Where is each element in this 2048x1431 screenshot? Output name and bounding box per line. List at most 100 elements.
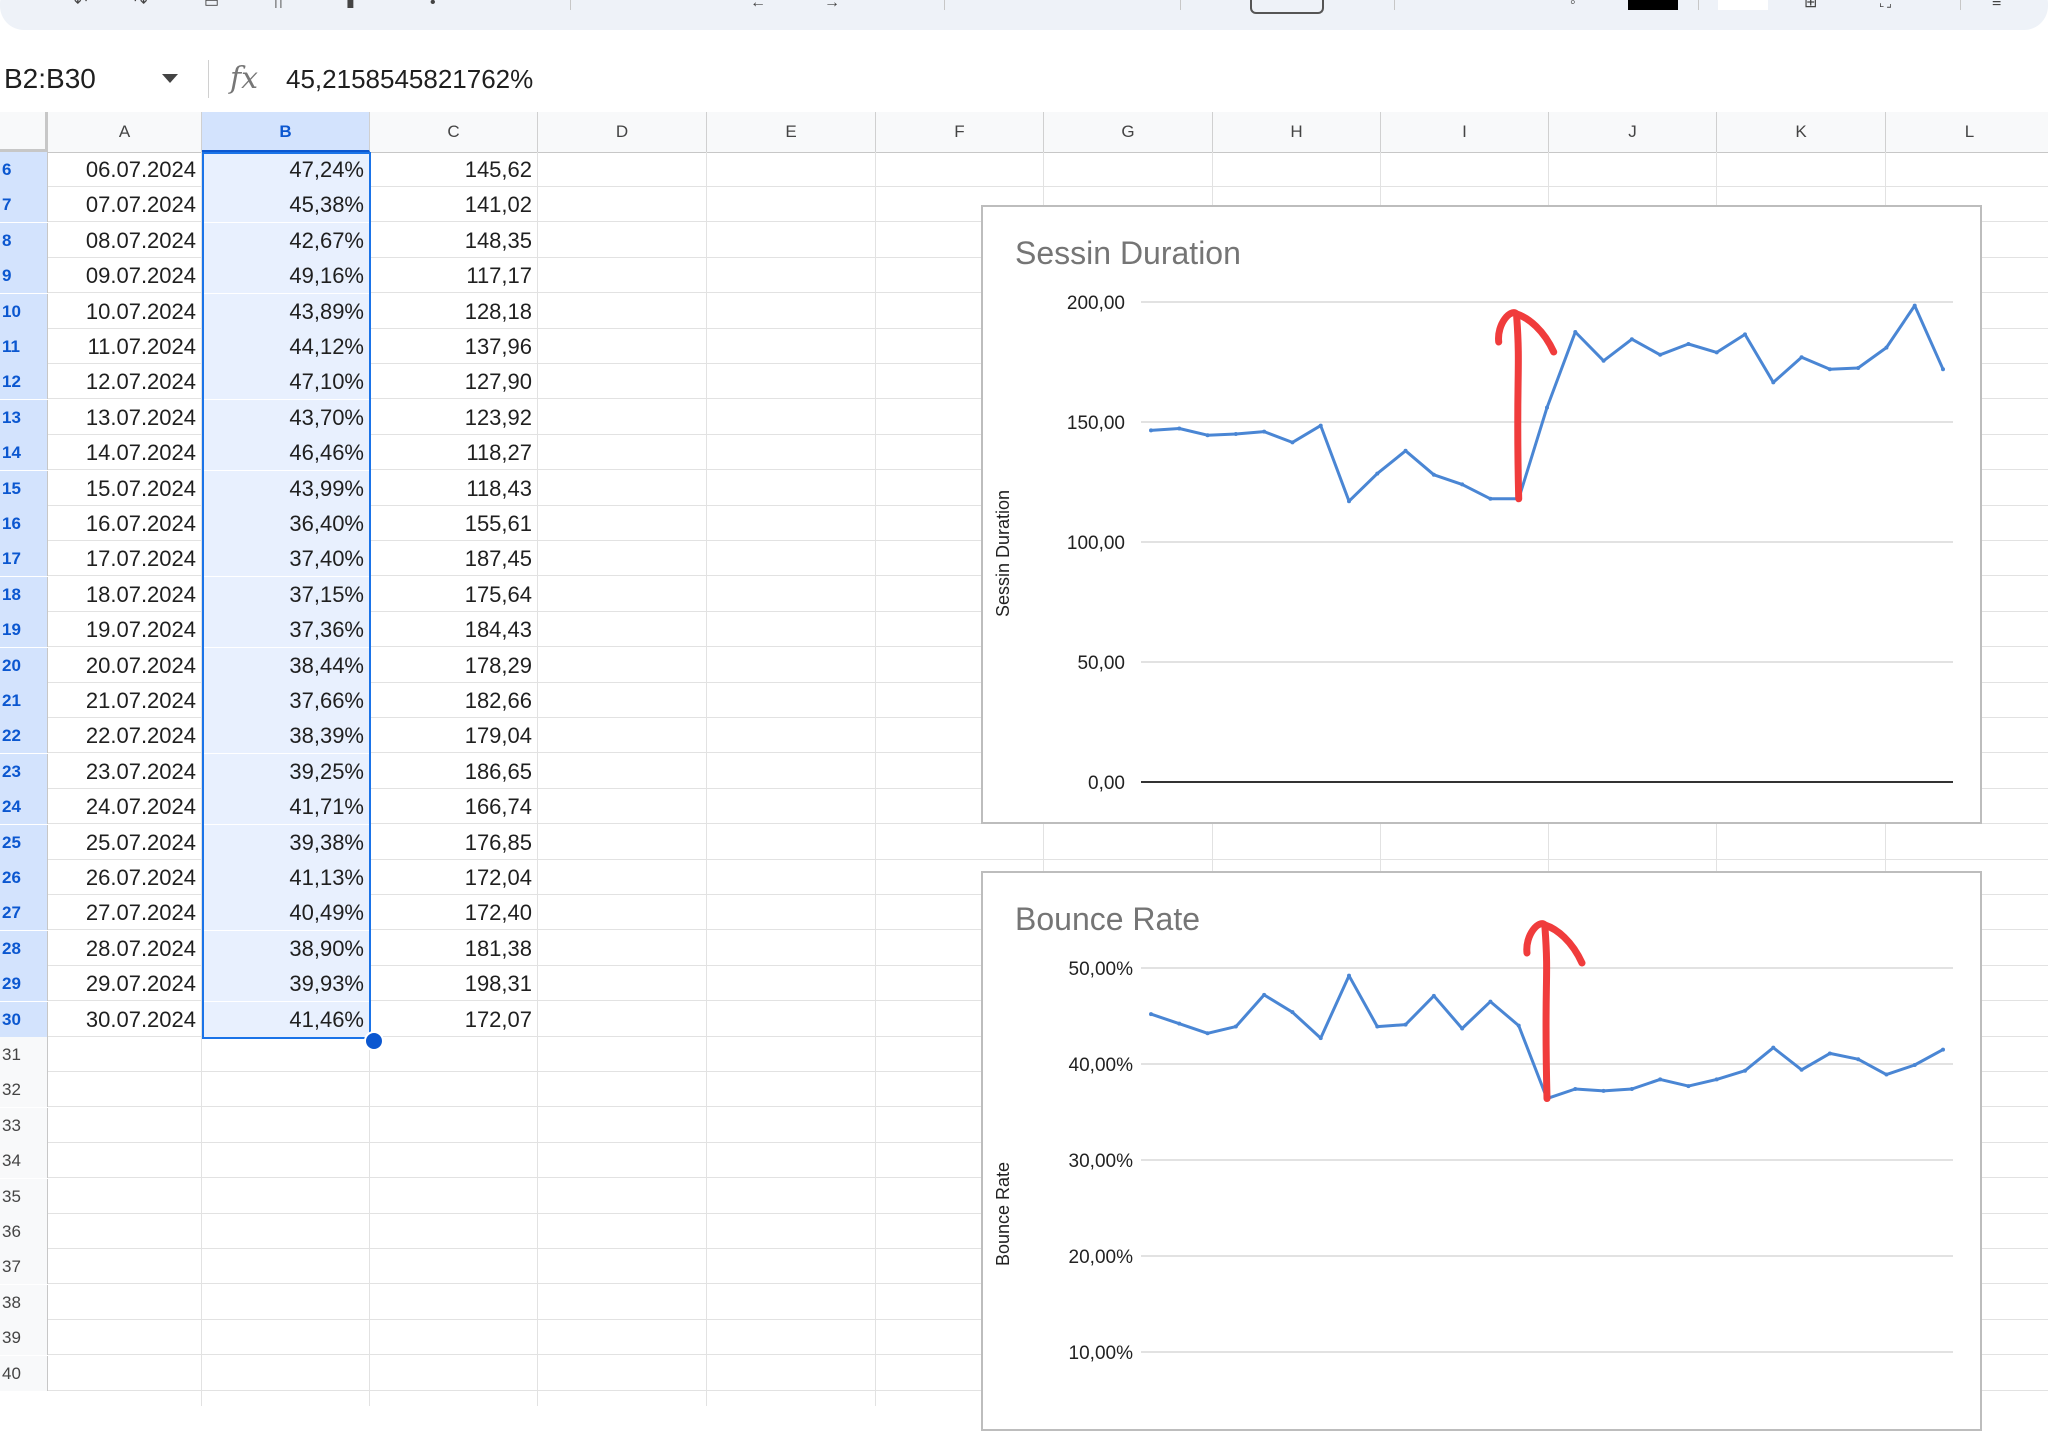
select-all-corner[interactable] xyxy=(0,112,48,152)
cell-b[interactable] xyxy=(202,1143,370,1179)
row-number[interactable]: 28 xyxy=(0,930,48,966)
row-number[interactable]: 10 xyxy=(0,293,48,329)
cell-c[interactable]: 123,92 xyxy=(370,399,538,435)
cell-b[interactable]: 43,70% xyxy=(202,399,370,435)
cell-b[interactable]: 37,15% xyxy=(202,576,370,612)
cell-c[interactable] xyxy=(370,1037,538,1072)
row-number[interactable]: 23 xyxy=(0,753,48,789)
row-number[interactable]: 12 xyxy=(0,364,48,400)
cell-a[interactable]: 27.07.2024 xyxy=(48,895,202,931)
column-header-k[interactable]: K xyxy=(1717,112,1886,152)
cell-c[interactable]: 198,31 xyxy=(370,966,538,1002)
row-number[interactable]: 39 xyxy=(0,1320,48,1356)
cell-b[interactable]: 43,99% xyxy=(202,470,370,506)
column-header-a[interactable]: A xyxy=(48,112,202,152)
cell-b[interactable]: 47,24% xyxy=(202,152,370,187)
cell-b[interactable]: 45,38% xyxy=(202,187,370,223)
fill-color-icon[interactable]: ◦ xyxy=(1570,0,1576,8)
row-number[interactable]: 6 xyxy=(0,152,48,187)
row-number[interactable]: 16 xyxy=(0,506,48,541)
chart-session-duration[interactable]: Sessin Duration Sessin Duration 200,00 15… xyxy=(981,205,1982,824)
undo-icon[interactable]: ↶ xyxy=(74,0,87,8)
align-icon[interactable]: ≡ xyxy=(1992,0,2001,8)
cell-a[interactable] xyxy=(48,1249,202,1285)
column-header-h[interactable]: H xyxy=(1213,112,1381,152)
text-color-icon[interactable]: ▁ xyxy=(1500,0,1512,8)
cell-b[interactable]: 38,44% xyxy=(202,647,370,683)
cell-a[interactable] xyxy=(48,1143,202,1179)
cell-b[interactable]: 40,49% xyxy=(202,895,370,931)
cell-b[interactable]: 44,12% xyxy=(202,329,370,364)
cell-c[interactable]: 186,65 xyxy=(370,753,538,789)
row-number[interactable]: 20 xyxy=(0,647,48,683)
column-header-c[interactable]: C xyxy=(370,112,538,152)
cell-a[interactable]: 15.07.2024 xyxy=(48,470,202,506)
cell-c[interactable]: 182,66 xyxy=(370,683,538,718)
cell-b[interactable] xyxy=(202,1320,370,1356)
cell-c[interactable] xyxy=(370,1320,538,1356)
chart-bounce-rate[interactable]: Bounce Rate Bounce Rate 50,00% 40,00% 30,0… xyxy=(981,871,1982,1431)
cell-a[interactable]: 08.07.2024 xyxy=(48,222,202,258)
cell-a[interactable] xyxy=(48,1320,202,1356)
row-number[interactable]: 34 xyxy=(0,1143,48,1179)
cell-c[interactable] xyxy=(370,1072,538,1108)
cell-a[interactable] xyxy=(48,1037,202,1072)
cell-b[interactable]: 39,25% xyxy=(202,753,370,789)
row-number[interactable]: 30 xyxy=(0,1001,48,1037)
cell-b[interactable]: 37,40% xyxy=(202,541,370,577)
cell-c[interactable]: 145,62 xyxy=(370,152,538,187)
cell-c[interactable]: 178,29 xyxy=(370,647,538,683)
cell-c[interactable]: 148,35 xyxy=(370,222,538,258)
cell-b[interactable]: 41,13% xyxy=(202,860,370,895)
column-header-d[interactable]: D xyxy=(538,112,707,152)
cell-a[interactable] xyxy=(48,1107,202,1143)
cell-a[interactable]: 19.07.2024 xyxy=(48,612,202,648)
row-number[interactable]: 8 xyxy=(0,222,48,258)
color-swatch-white[interactable] xyxy=(1718,0,1768,10)
cell-b[interactable] xyxy=(202,1249,370,1285)
paint-roller-icon[interactable]: ▮ xyxy=(346,0,355,8)
cell-c[interactable]: 179,04 xyxy=(370,718,538,754)
cell-a[interactable]: 24.07.2024 xyxy=(48,789,202,825)
increase-decimal-icon[interactable]: → xyxy=(824,0,840,8)
cell-c[interactable] xyxy=(370,1355,538,1391)
cell-b[interactable]: 38,90% xyxy=(202,930,370,966)
formula-input[interactable]: 45,2158545821762% xyxy=(286,62,533,96)
cell-c[interactable]: 166,74 xyxy=(370,789,538,825)
chevron-down-icon[interactable] xyxy=(162,74,178,83)
cell-b[interactable]: 41,71% xyxy=(202,789,370,825)
column-header-e[interactable]: E xyxy=(707,112,876,152)
cell-a[interactable]: 16.07.2024 xyxy=(48,506,202,541)
row-number[interactable]: 27 xyxy=(0,895,48,931)
row-number[interactable]: 36 xyxy=(0,1214,48,1249)
row-number[interactable]: 24 xyxy=(0,789,48,825)
row-number[interactable]: 18 xyxy=(0,576,48,612)
merge-icon[interactable]: ⛶ xyxy=(1880,0,1891,8)
cell-a[interactable] xyxy=(48,1355,202,1391)
row-number[interactable]: 21 xyxy=(0,683,48,718)
cell-c[interactable] xyxy=(370,1143,538,1179)
cell-a[interactable] xyxy=(48,1178,202,1214)
row-number[interactable]: 31 xyxy=(0,1037,48,1072)
cell-a[interactable]: 10.07.2024 xyxy=(48,293,202,329)
cell-a[interactable]: 28.07.2024 xyxy=(48,930,202,966)
cell-a[interactable] xyxy=(48,1072,202,1108)
row-number[interactable]: 14 xyxy=(0,435,48,471)
cell-b[interactable]: 41,46% xyxy=(202,1001,370,1037)
column-header-f[interactable]: F xyxy=(876,112,1044,152)
row-number[interactable]: 25 xyxy=(0,824,48,860)
cell-b[interactable]: 43,89% xyxy=(202,293,370,329)
cell-c[interactable] xyxy=(370,1284,538,1320)
cell-b[interactable] xyxy=(202,1107,370,1143)
cell-b[interactable] xyxy=(202,1355,370,1391)
cell-a[interactable]: 29.07.2024 xyxy=(48,966,202,1002)
cell-c[interactable]: 181,38 xyxy=(370,930,538,966)
cell-a[interactable]: 13.07.2024 xyxy=(48,399,202,435)
cell-a[interactable]: 12.07.2024 xyxy=(48,364,202,400)
row-number[interactable]: 35 xyxy=(0,1178,48,1214)
row-number[interactable]: 15 xyxy=(0,470,48,506)
row-number[interactable]: 9 xyxy=(0,258,48,294)
cell-c[interactable]: 117,17 xyxy=(370,258,538,294)
cell-a[interactable]: 26.07.2024 xyxy=(48,860,202,895)
column-header-l[interactable]: L xyxy=(1886,112,2048,152)
